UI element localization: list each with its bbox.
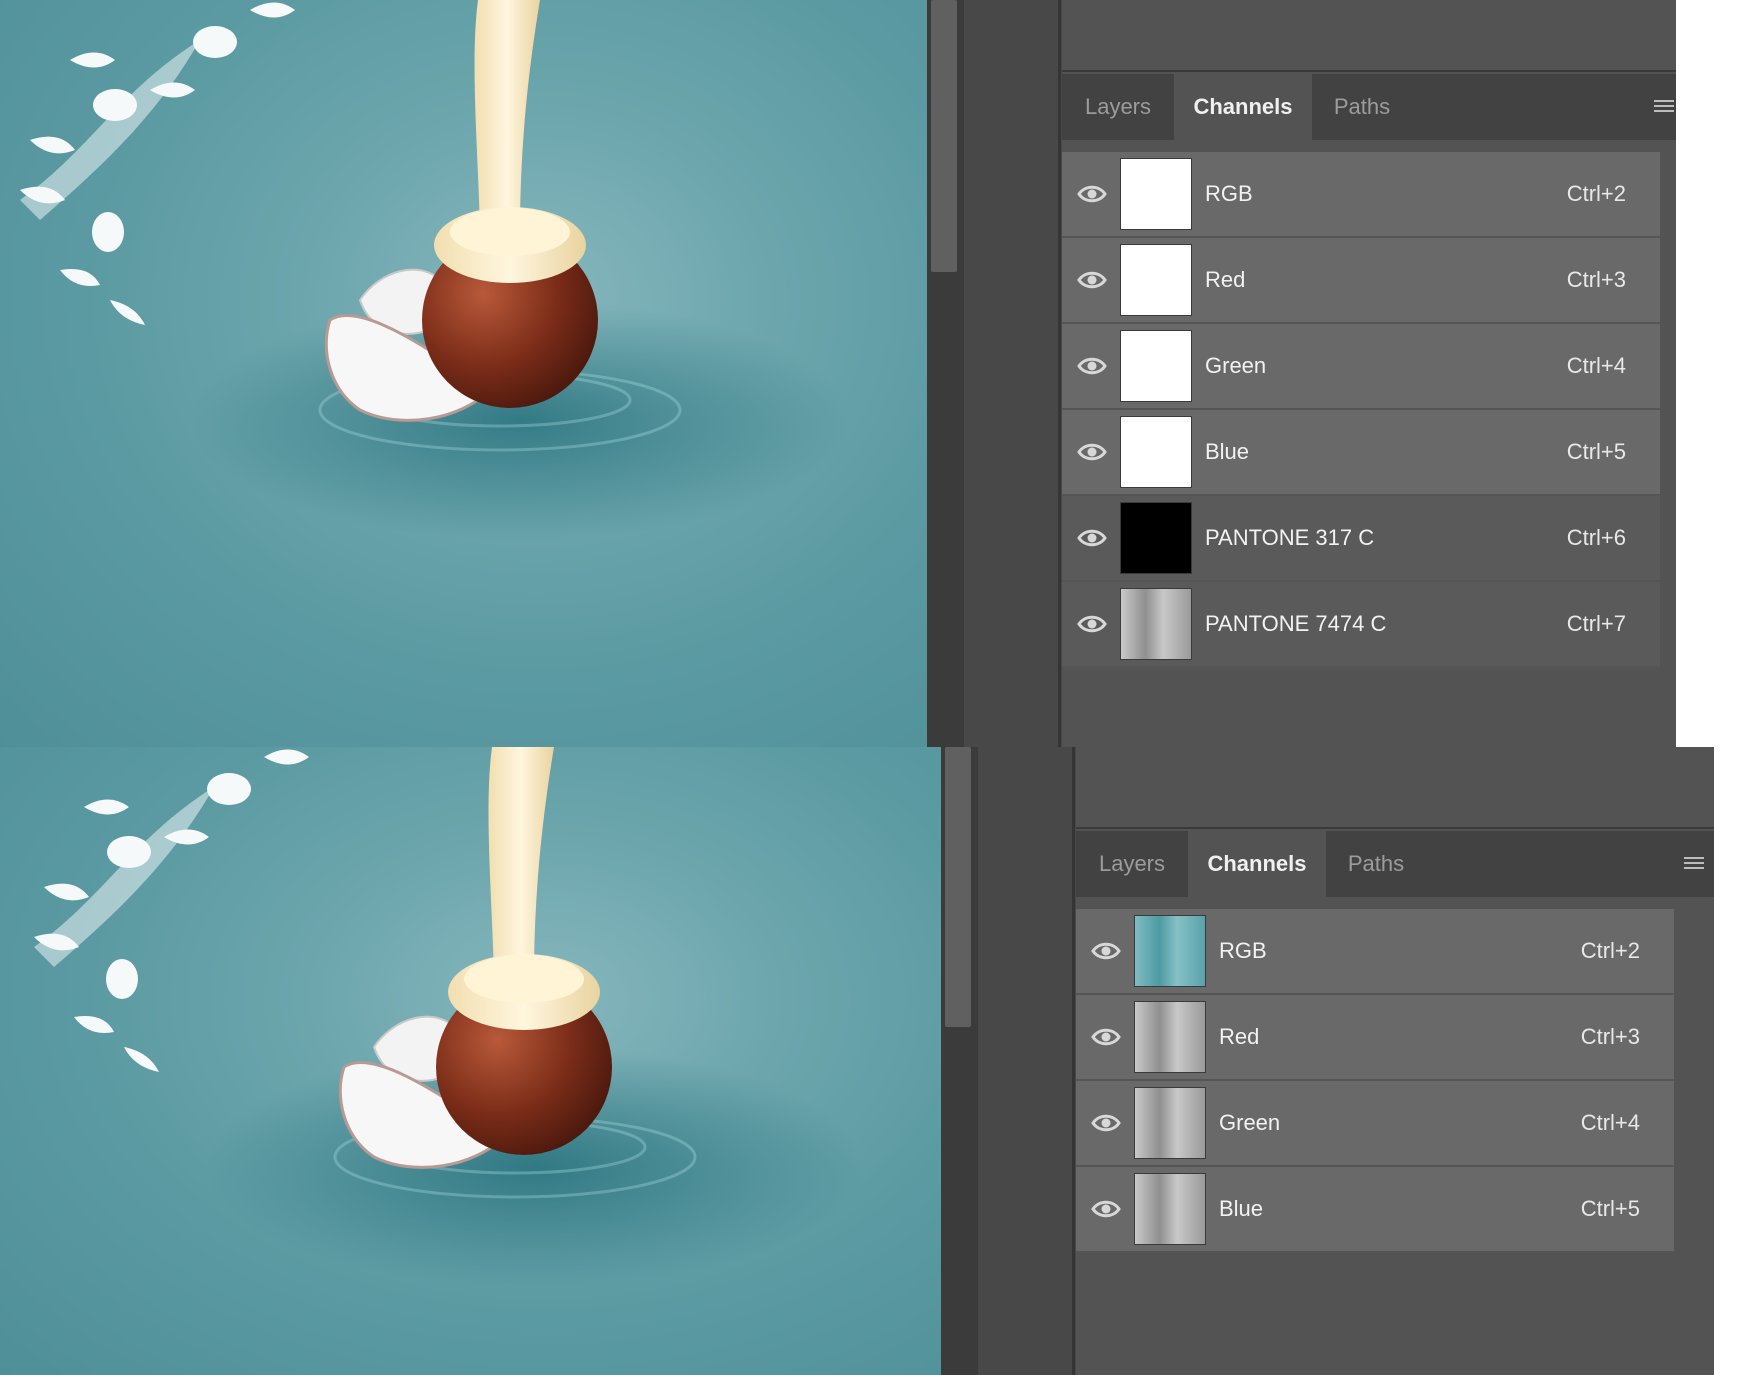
panel-tab-bar: Layers Channels Paths (1062, 74, 1676, 140)
panel-tab-bar: Layers Channels Paths (1076, 831, 1714, 897)
channel-name: Blue (1205, 439, 1250, 464)
channel-row-blue[interactable]: Blue Ctrl+5 (1062, 410, 1660, 496)
eye-icon[interactable] (1091, 1112, 1121, 1134)
tab-channels[interactable]: Channels (1188, 831, 1326, 897)
eye-icon[interactable] (1077, 269, 1107, 291)
channel-row-rgb[interactable]: RGB Ctrl+2 (1076, 909, 1674, 995)
channel-shortcut: Ctrl+7 (1566, 611, 1626, 636)
channel-shortcut: Ctrl+4 (1566, 353, 1626, 378)
channel-shortcut: Ctrl+5 (1580, 1196, 1640, 1221)
channel-thumbnail (1134, 1173, 1206, 1245)
channel-thumbnail (1120, 244, 1192, 316)
channels-panel: Layers Channels Paths RGB Ctrl+2 Red Ctr… (1062, 0, 1676, 747)
channel-row-rgb[interactable]: RGB Ctrl+2 (1062, 152, 1660, 238)
page-background (1714, 747, 1756, 1375)
channel-shortcut: Ctrl+3 (1580, 1024, 1640, 1049)
eye-icon[interactable] (1077, 527, 1107, 549)
channel-thumbnail (1120, 158, 1192, 230)
channel-thumbnail (1120, 588, 1192, 660)
tab-layers[interactable]: Layers (1076, 831, 1188, 897)
channel-row-green[interactable]: Green Ctrl+4 (1076, 1081, 1674, 1167)
channel-row-green[interactable]: Green Ctrl+4 (1062, 324, 1660, 410)
channel-shortcut: Ctrl+6 (1566, 525, 1626, 550)
document-canvas[interactable] (0, 747, 941, 1375)
channel-row-blue[interactable]: Blue Ctrl+5 (1076, 1167, 1674, 1253)
page-background (1676, 0, 1756, 747)
channel-shortcut: Ctrl+5 (1566, 439, 1626, 464)
tab-layers[interactable]: Layers (1062, 74, 1174, 140)
channel-list: RGB Ctrl+2 Red Ctrl+3 Green Ctrl+4 Blue … (1062, 152, 1660, 668)
tab-channels[interactable]: Channels (1174, 74, 1312, 140)
canvas-scrollbar[interactable] (927, 0, 963, 747)
channel-name: Green (1205, 353, 1267, 378)
channel-shortcut: Ctrl+4 (1580, 1110, 1640, 1135)
channel-thumbnail (1134, 1001, 1206, 1073)
screenshot-bottom: Layers Channels Paths RGB Ctrl+2 Red Ctr… (0, 747, 1714, 1375)
scrollbar-thumb[interactable] (945, 747, 971, 1027)
channel-list: RGB Ctrl+2 Red Ctrl+3 Green Ctrl+4 Blue … (1076, 909, 1674, 1253)
artwork-chocolate-coconut (34, 747, 865, 1287)
eye-icon[interactable] (1077, 183, 1107, 205)
channel-name: Red (1219, 1024, 1260, 1049)
channels-panel: Layers Channels Paths RGB Ctrl+2 Red Ctr… (1076, 747, 1714, 1375)
panel-menu-icon[interactable] (1654, 100, 1674, 116)
eye-icon[interactable] (1091, 940, 1121, 962)
panel-header-area (1076, 747, 1714, 829)
channel-name: PANTONE 7474 C (1205, 611, 1387, 636)
panel-header-area (1062, 0, 1676, 72)
channel-thumbnail (1120, 502, 1192, 574)
eye-icon[interactable] (1077, 613, 1107, 635)
document-canvas[interactable] (0, 0, 927, 747)
channel-name: Red (1205, 267, 1246, 292)
channel-name: PANTONE 317 C (1205, 525, 1375, 550)
channel-name: Green (1219, 1110, 1281, 1135)
channel-thumbnail (1134, 1087, 1206, 1159)
channel-shortcut: Ctrl+2 (1566, 181, 1626, 206)
channel-row-red[interactable]: Red Ctrl+3 (1076, 995, 1674, 1081)
channel-row-pantone-7474c[interactable]: PANTONE 7474 C Ctrl+7 (1062, 582, 1660, 668)
eye-icon[interactable] (1077, 355, 1107, 377)
panel-menu-icon[interactable] (1684, 857, 1704, 873)
dock-divider[interactable] (1072, 747, 1075, 1375)
screenshot-top: Layers Channels Paths RGB Ctrl+2 Red Ctr… (0, 0, 1676, 747)
channel-shortcut: Ctrl+3 (1566, 267, 1626, 292)
channel-shortcut: Ctrl+2 (1580, 938, 1640, 963)
channel-name: RGB (1205, 181, 1253, 206)
channel-name: RGB (1219, 938, 1267, 963)
channel-row-pantone-317c[interactable]: PANTONE 317 C Ctrl+6 (1062, 496, 1660, 582)
dock-spacer (963, 0, 1063, 747)
eye-icon[interactable] (1091, 1026, 1121, 1048)
tab-paths[interactable]: Paths (1312, 74, 1412, 140)
channel-thumbnail (1120, 416, 1192, 488)
channel-name: Blue (1219, 1196, 1264, 1221)
dock-spacer (977, 747, 1077, 1375)
dock-divider[interactable] (1058, 0, 1061, 747)
eye-icon[interactable] (1077, 441, 1107, 463)
artwork-chocolate-coconut (20, 0, 850, 540)
tab-paths[interactable]: Paths (1326, 831, 1426, 897)
channel-thumbnail (1134, 915, 1206, 987)
canvas-scrollbar[interactable] (941, 747, 977, 1375)
channel-thumbnail (1120, 330, 1192, 402)
eye-icon[interactable] (1091, 1198, 1121, 1220)
channel-row-red[interactable]: Red Ctrl+3 (1062, 238, 1660, 324)
scrollbar-thumb[interactable] (931, 0, 957, 272)
